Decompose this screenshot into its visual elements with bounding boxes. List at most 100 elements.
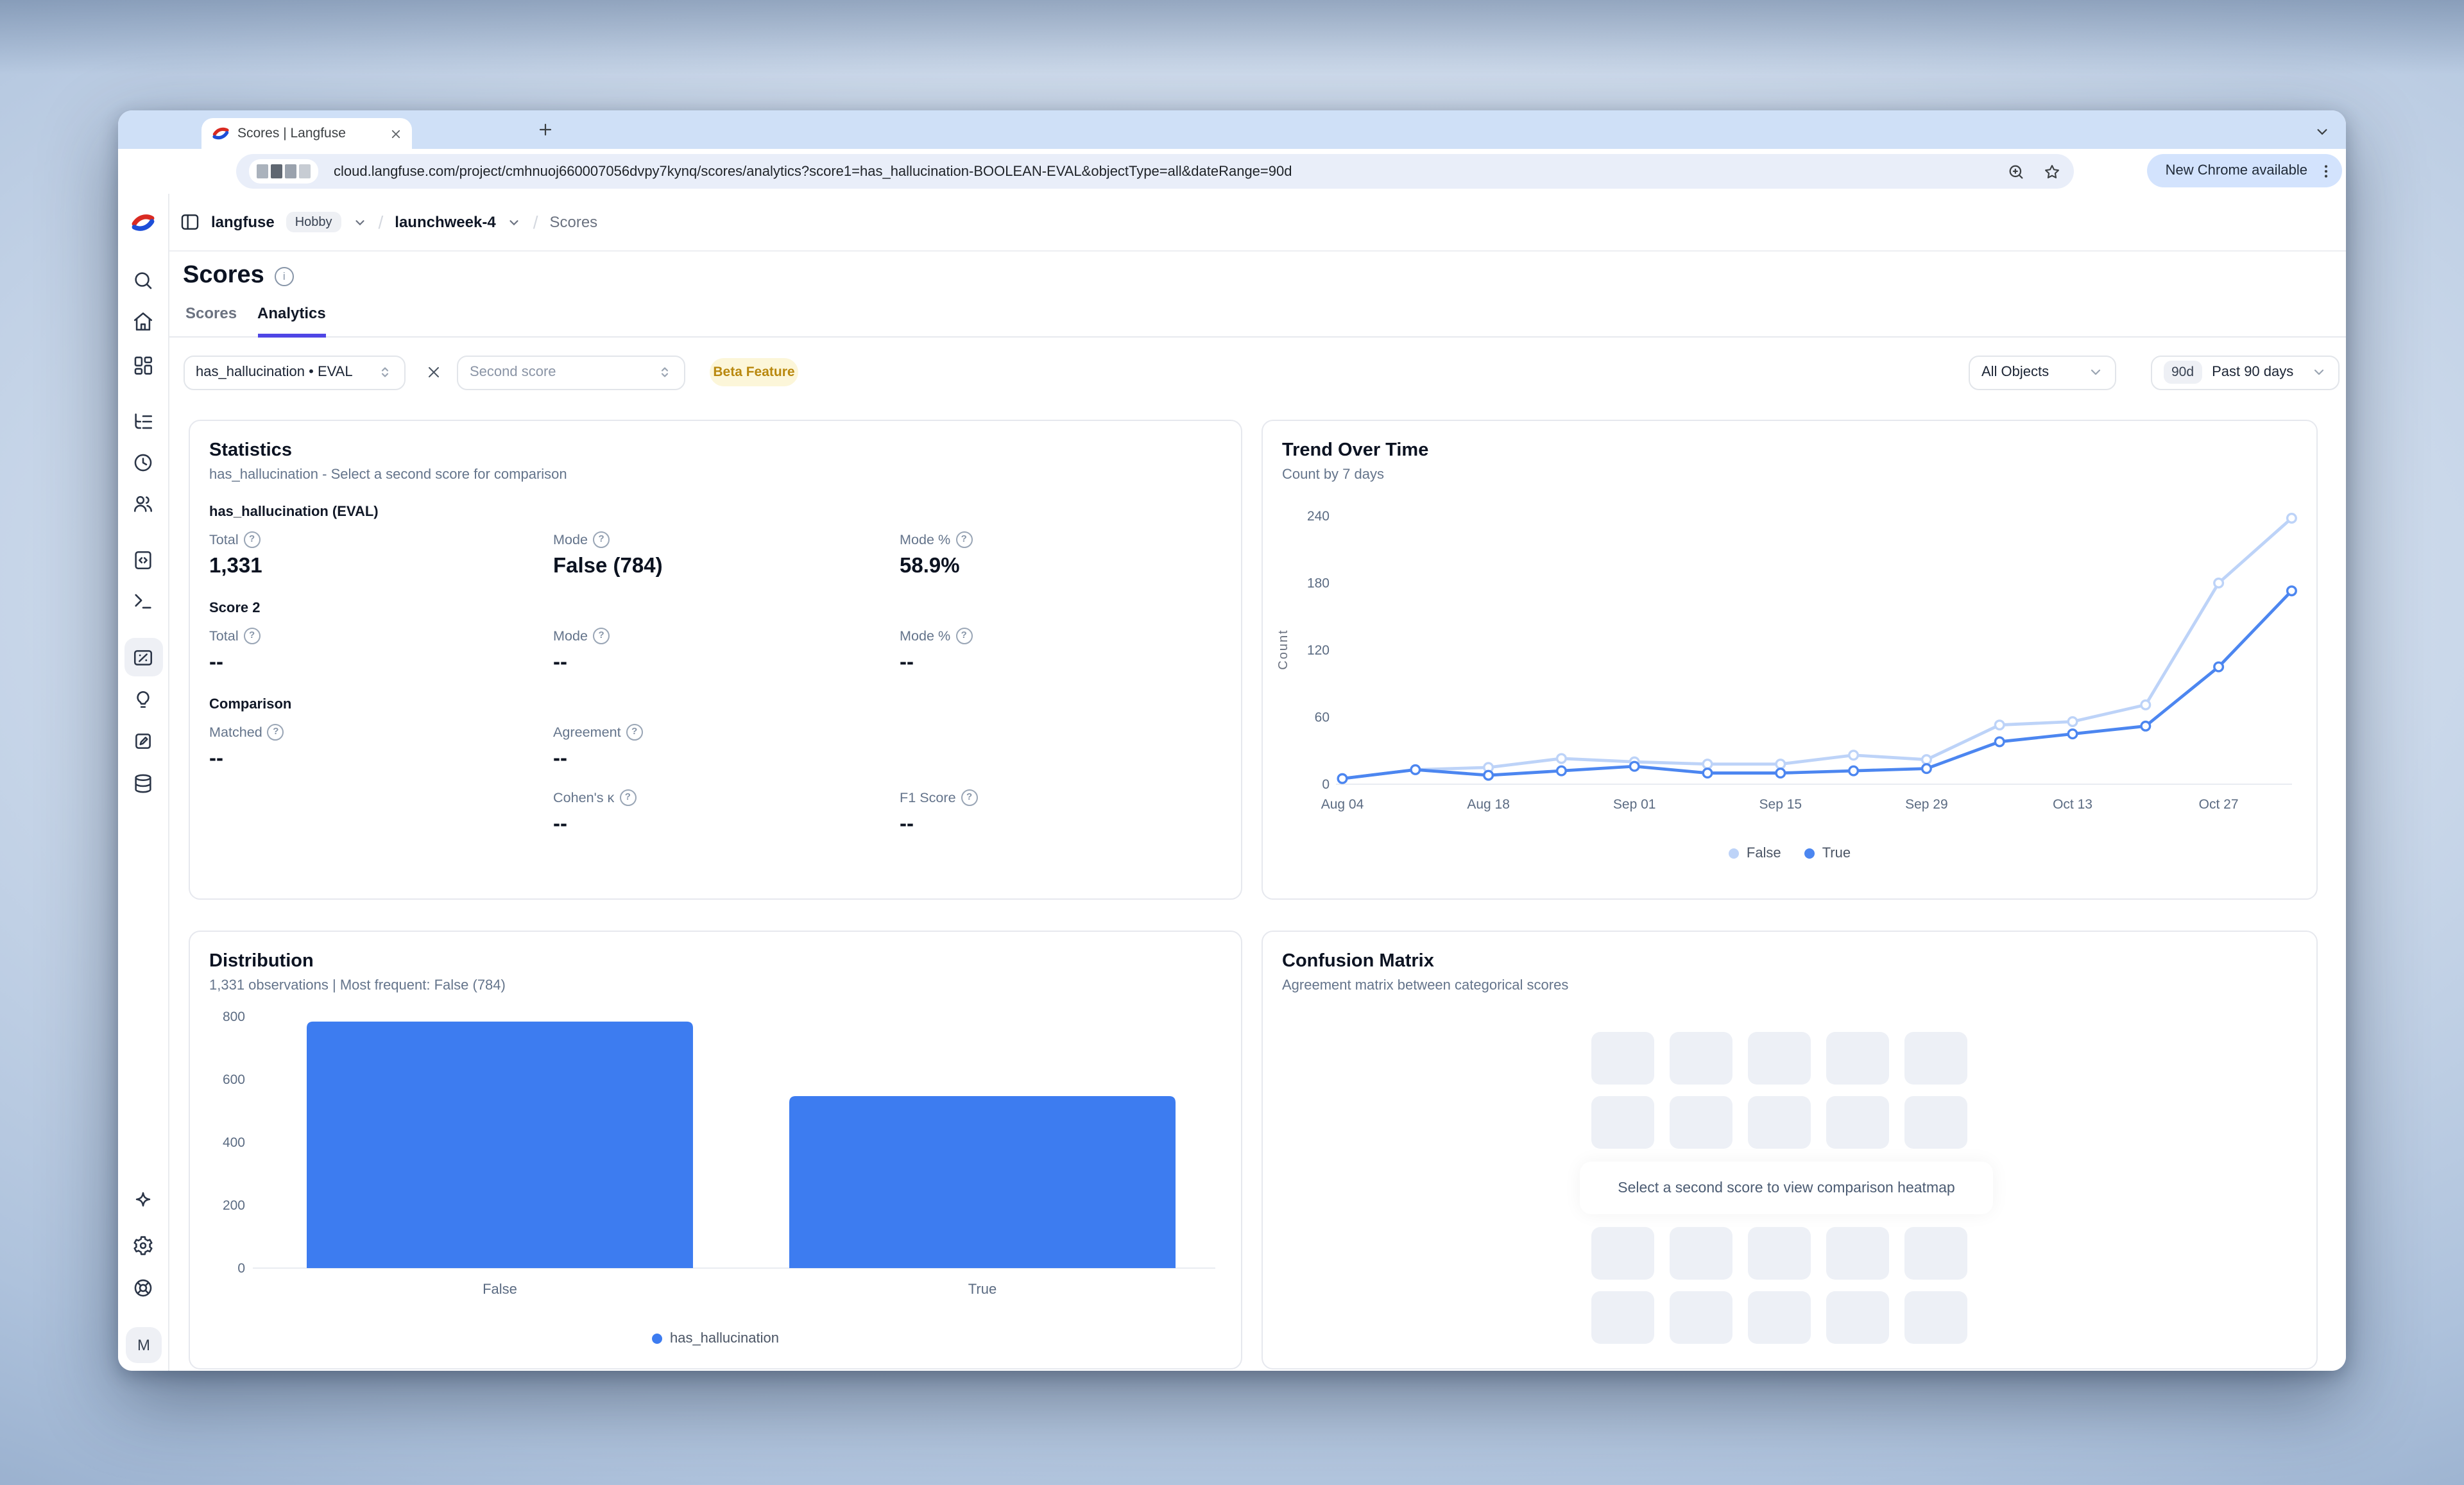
date-range-badge: 90d xyxy=(2164,361,2202,384)
page-title: Scores xyxy=(183,262,264,290)
help-icon[interactable]: ? xyxy=(955,531,972,548)
breadcrumb-project[interactable]: launchweek-4 xyxy=(395,213,495,231)
new-chrome-available-pill[interactable]: New Chrome available xyxy=(2148,154,2342,187)
user-avatar[interactable]: M xyxy=(126,1327,162,1363)
heatmap-placeholder-cell xyxy=(1591,1227,1654,1280)
heatmap-placeholder-cell xyxy=(1670,1291,1733,1344)
settings-gear-icon xyxy=(133,1235,155,1257)
help-icon[interactable]: ? xyxy=(626,724,643,741)
tab-analytics[interactable]: Analytics xyxy=(257,304,326,338)
tab-scores[interactable]: Scores xyxy=(185,304,237,334)
langfuse-favicon xyxy=(212,124,230,142)
date-range-select[interactable]: 90d Past 90 days xyxy=(2151,355,2340,390)
breadcrumb-separator: / xyxy=(379,212,384,232)
help-icon[interactable]: ? xyxy=(955,628,972,644)
tab-close-icon[interactable] xyxy=(390,128,402,139)
chevron-up-down-icon xyxy=(657,365,672,380)
svg-text:400: 400 xyxy=(223,1135,245,1150)
distribution-bar-chart[interactable]: 0200400600800FalseTrue xyxy=(199,1001,1232,1322)
datasets-clipboard-pen-icon xyxy=(133,730,155,752)
help-icon[interactable]: ? xyxy=(593,628,610,644)
help-icon[interactable]: ? xyxy=(268,724,284,741)
score2-mode-pct: -- xyxy=(900,651,1222,675)
svg-text:Aug 18: Aug 18 xyxy=(1467,797,1510,812)
project-chevron-down-icon[interactable] xyxy=(508,215,522,229)
users-icon xyxy=(133,493,155,515)
tab-search-chevron-icon[interactable] xyxy=(2315,124,2329,139)
confusion-title: Confusion Matrix xyxy=(1282,951,2297,972)
breadcrumb-separator: / xyxy=(533,212,538,232)
sidebar-item-dashboards[interactable] xyxy=(118,354,169,376)
sidebar-item-sessions-clock[interactable] xyxy=(118,452,169,474)
heatmap-placeholder-cell xyxy=(1826,1096,1889,1149)
info-icon[interactable]: i xyxy=(275,266,294,286)
sidebar-item-settings-gear[interactable] xyxy=(118,1235,169,1257)
page-tabs: Scores Analytics xyxy=(169,296,2346,338)
legend-score-dot xyxy=(652,1334,662,1344)
sidebar-item-evaluation-lightbulb[interactable] xyxy=(118,689,169,711)
svg-text:60: 60 xyxy=(1315,710,1330,725)
breadcrumb-org[interactable]: langfuse xyxy=(211,213,275,231)
database-icon xyxy=(133,773,155,794)
new-tab-button[interactable] xyxy=(538,122,553,137)
help-icon[interactable]: ? xyxy=(244,628,261,644)
dashboards-icon xyxy=(133,354,155,376)
sidebar-item-scores[interactable] xyxy=(118,647,169,669)
langfuse-logo[interactable] xyxy=(118,210,169,235)
sidebar-item-prompts-file-code[interactable] xyxy=(118,549,169,571)
help-icon[interactable]: ? xyxy=(961,789,978,806)
help-icon[interactable]: ? xyxy=(593,531,610,548)
sidebar-item-home[interactable] xyxy=(118,311,169,332)
tab-strip: Scores | Langfuse xyxy=(118,110,2346,149)
heatmap-placeholder-cell xyxy=(1748,1291,1811,1344)
comparison-section-label: Comparison xyxy=(209,697,1222,712)
playground-terminal-icon xyxy=(133,590,155,612)
sidebar-item-tracing[interactable] xyxy=(118,411,169,433)
browser-toolbar: cloud.langfuse.com/project/cmhnuoj660007… xyxy=(118,149,2346,194)
sidebar-item-users[interactable] xyxy=(118,493,169,515)
heatmap-placeholder-cell xyxy=(1826,1291,1889,1344)
app-header: langfuse Hobby / launchweek-4 / Scores xyxy=(169,194,2346,252)
bookmark-star-icon[interactable] xyxy=(2043,162,2061,180)
heatmap-placeholder-cell xyxy=(1748,1096,1811,1149)
sidebar-item-playground-terminal[interactable] xyxy=(118,590,169,612)
help-icon[interactable]: ? xyxy=(619,789,636,806)
new-chrome-label: New Chrome available xyxy=(2166,163,2307,178)
url-text: cloud.langfuse.com/project/cmhnuoj660007… xyxy=(334,164,2007,179)
sidebar-item-support-lifebuoy[interactable] xyxy=(118,1277,169,1299)
trend-line-chart[interactable]: 060120180240CountAug 04Aug 18Sep 01Sep 1… xyxy=(1272,494,2306,818)
tracing-icon xyxy=(133,411,155,433)
help-icon[interactable]: ? xyxy=(244,531,261,548)
sidebar-item-sparkle[interactable] xyxy=(118,1190,169,1212)
heatmap-placeholder-cell xyxy=(1904,1032,1967,1085)
sidebar-item-search[interactable] xyxy=(118,270,169,291)
browser-menu-kebab-icon[interactable] xyxy=(2318,162,2334,179)
desktop-background: Scores | Langfuse cloud.langfuse.com/pro… xyxy=(0,0,2464,1485)
svg-text:600: 600 xyxy=(223,1072,245,1087)
sidebar-toggle-icon[interactable] xyxy=(179,212,200,232)
clear-score1-icon[interactable] xyxy=(426,365,441,380)
zoom-page-icon[interactable] xyxy=(2007,162,2025,180)
heatmap-placeholder-cell xyxy=(1904,1227,1967,1280)
browser-window: Scores | Langfuse cloud.langfuse.com/pro… xyxy=(118,110,2346,1371)
score2-mode: -- xyxy=(553,651,900,675)
chevron-down-icon xyxy=(2311,365,2327,380)
score2-section-label: Score 2 xyxy=(209,601,1222,616)
breadcrumb-page: Scores xyxy=(549,213,597,231)
browser-tab[interactable]: Scores | Langfuse xyxy=(201,118,412,149)
score1-select[interactable]: has_hallucination • EVAL xyxy=(183,355,406,390)
trend-subtitle: Count by 7 days xyxy=(1282,467,2297,483)
heatmap-placeholder-cell xyxy=(1670,1096,1733,1149)
sidebar-item-database[interactable] xyxy=(118,773,169,794)
score2-select[interactable]: Second score xyxy=(457,355,685,390)
statistics-subtitle: has_hallucination - Select a second scor… xyxy=(209,467,1222,483)
sidebar-item-datasets-clipboard-pen[interactable] xyxy=(118,730,169,752)
svg-text:Sep 01: Sep 01 xyxy=(1613,797,1656,812)
object-type-select[interactable]: All Objects xyxy=(1969,355,2116,390)
evaluation-lightbulb-icon xyxy=(133,689,155,711)
svg-text:240: 240 xyxy=(1307,509,1330,524)
org-chevron-down-icon[interactable] xyxy=(353,215,367,229)
url-bar[interactable]: cloud.langfuse.com/project/cmhnuoj660007… xyxy=(236,154,2074,189)
svg-text:False: False xyxy=(483,1281,517,1297)
site-permissions-chip[interactable] xyxy=(249,159,318,184)
